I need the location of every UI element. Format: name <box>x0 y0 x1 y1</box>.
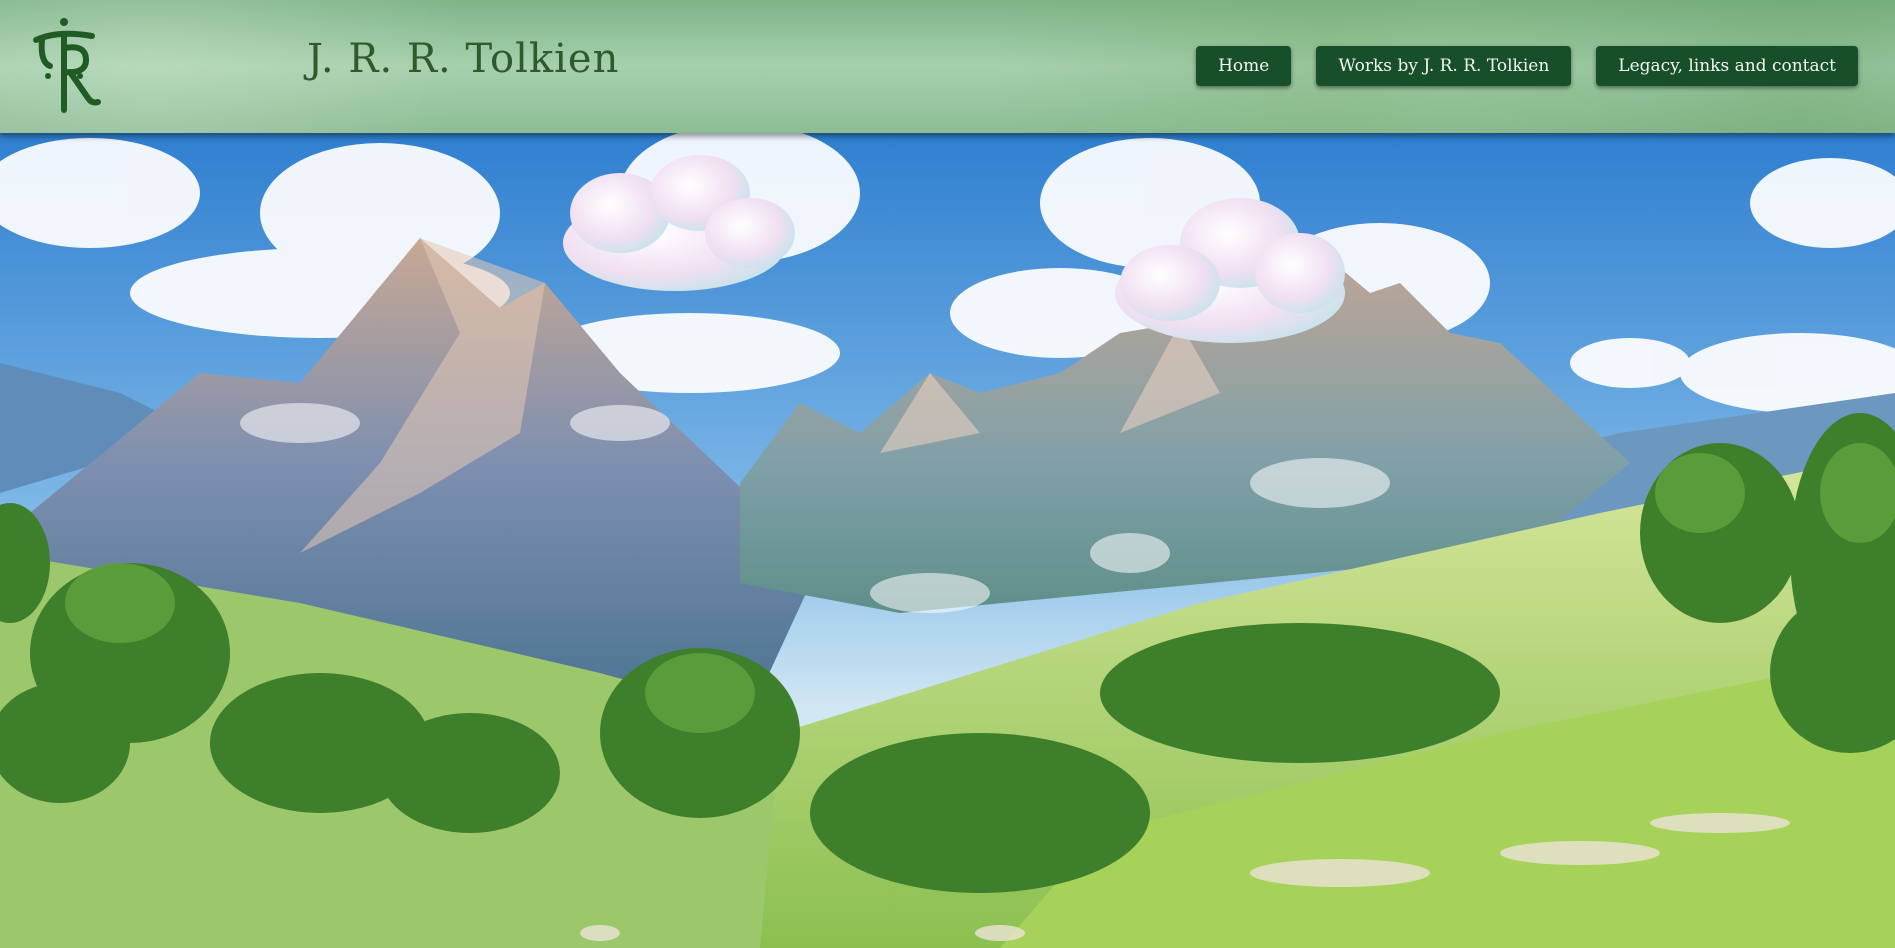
hero-landscape-image <box>0 133 1895 948</box>
nav-home-button[interactable]: Home <box>1196 46 1292 86</box>
main-nav: Home Works by J. R. R. Tolkien Legacy, l… <box>1196 46 1858 86</box>
nav-legacy-button[interactable]: Legacy, links and contact <box>1596 46 1858 86</box>
site-header: J. R. R. Tolkien Home Works by J. R. R. … <box>0 0 1895 133</box>
site-title[interactable]: J. R. R. Tolkien <box>307 36 619 82</box>
tolkien-monogram-logo[interactable] <box>28 14 104 118</box>
nav-works-button[interactable]: Works by J. R. R. Tolkien <box>1316 46 1572 86</box>
